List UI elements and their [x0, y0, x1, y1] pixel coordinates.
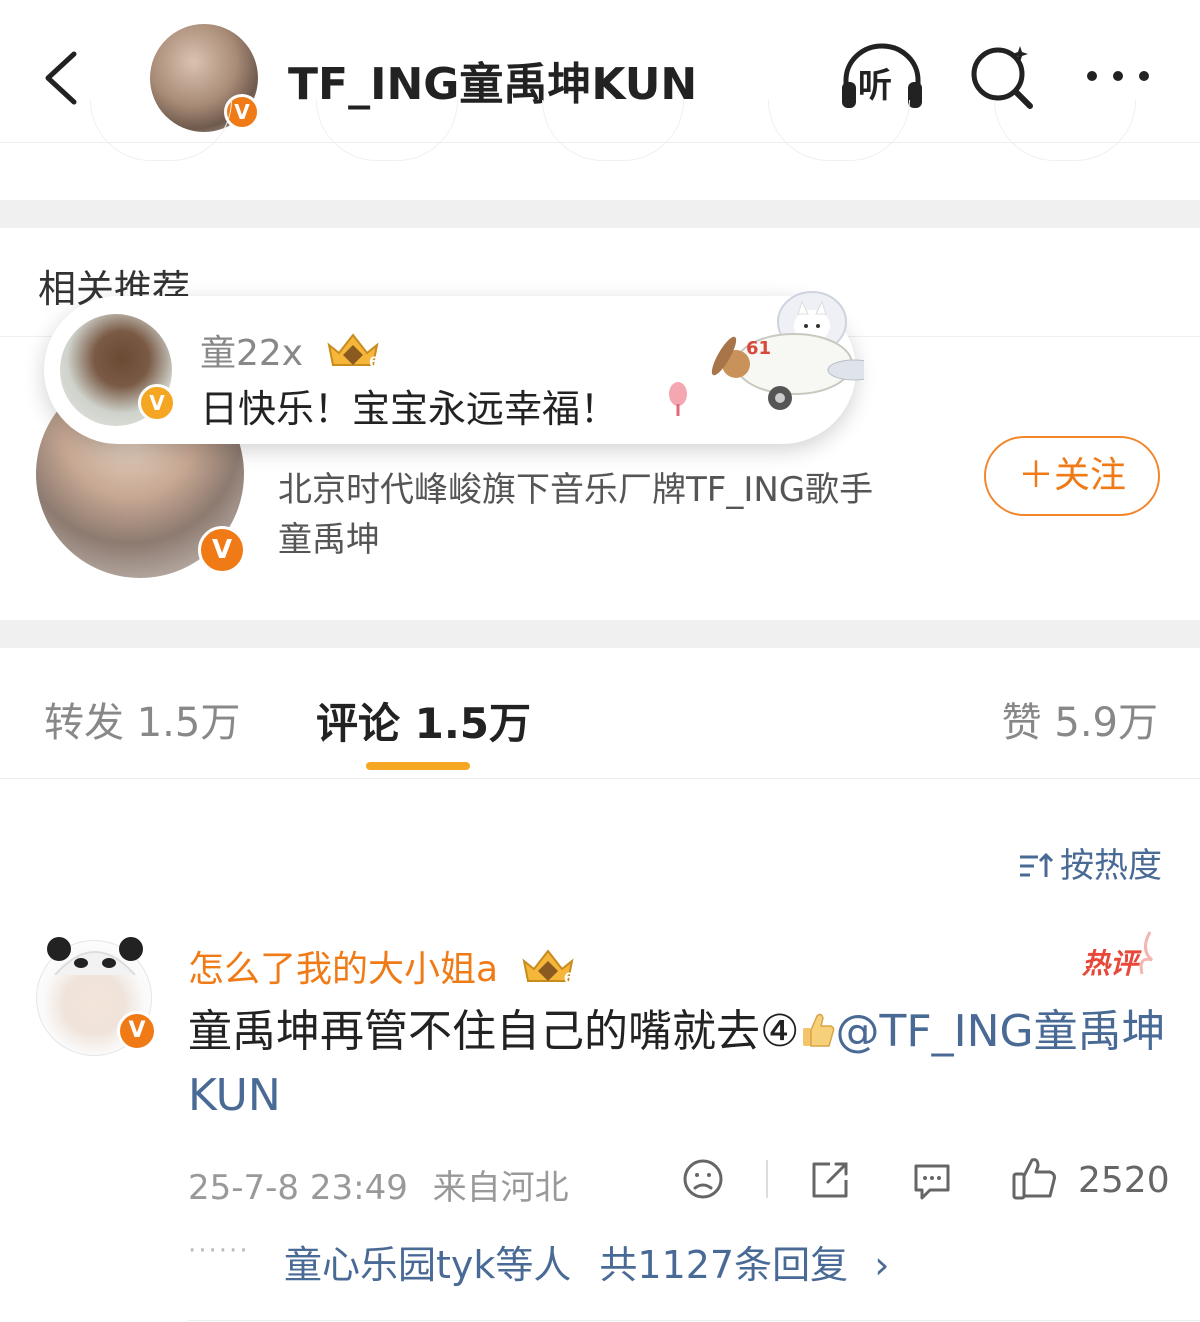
commenter-username[interactable]: 怎么了我的大小姐a: [188, 949, 498, 990]
comment-timestamp: 25-7-8 23:49: [188, 1168, 408, 1208]
rose-icon: [669, 382, 687, 416]
bubble-username-row: 童22x 6: [200, 324, 381, 376]
commenter-avatar[interactable]: V: [36, 937, 157, 1056]
bubble-comment-text: 日快乐！宝宝永远幸福！: [200, 387, 619, 431]
bubble-user-avatar: V: [60, 314, 176, 426]
faint-shortcut-circle: [316, 100, 458, 161]
recommended-user-description-line2: 童禹坤: [278, 520, 380, 560]
reply-dots-icon: ······: [188, 1236, 250, 1266]
hot-comment-badge: 热评: [1080, 930, 1160, 980]
more-options-icon[interactable]: [1082, 62, 1154, 90]
recommended-user-description: 北京时代峰峻旗下音乐厂牌TF_ING歌手: [278, 470, 874, 510]
section-divider: [0, 620, 1200, 648]
tab-repost[interactable]: 转发 1.5万: [44, 690, 240, 748]
reply-users: 童心乐园tyk等人: [284, 1243, 572, 1287]
bubble-username: 童22x: [200, 333, 304, 374]
faint-shortcut-circle: [90, 100, 232, 161]
back-arrow-icon[interactable]: [40, 50, 80, 106]
follow-button[interactable]: ＋关注: [984, 436, 1160, 516]
panda-hat-icon: [47, 937, 143, 975]
faint-shortcut-circle: [994, 100, 1136, 161]
comment-text: 童禹坤再管不住自己的嘴就去④: [188, 1006, 800, 1057]
comment-body: 童禹坤再管不住自己的嘴就去④ @TF_ING童禹坤KUN: [188, 1000, 1168, 1128]
tab-comments[interactable]: 评论 1.5万: [316, 690, 531, 751]
sort-label: 按热度: [1060, 846, 1162, 886]
comment-meta: 25-7-8 23:49 来自河北: [188, 1160, 569, 1209]
fan-crown-icon: 6: [520, 945, 576, 987]
hot-comment-label: 热评: [1082, 947, 1139, 980]
dislike-face-icon[interactable]: [682, 1158, 724, 1200]
verified-badge-icon: V: [117, 1011, 157, 1051]
active-tab-indicator: [366, 762, 470, 770]
divider-line: [766, 1160, 768, 1198]
like-thumb-icon[interactable]: [1010, 1154, 1058, 1202]
fan-crown-icon: 6: [325, 329, 381, 371]
divider-line: [0, 778, 1200, 779]
floating-comment-bubble[interactable]: V 童22x 6 日快乐！宝宝永远幸福！ 61: [44, 291, 864, 444]
tab-likes[interactable]: 赞 5.9万: [1002, 690, 1158, 748]
divider-line: [188, 1320, 1200, 1321]
crown-level: 6: [563, 971, 574, 987]
faint-shortcut-circle: [542, 100, 684, 161]
sort-by-hot-button[interactable]: 按热度: [1018, 838, 1162, 887]
replies-link[interactable]: 童心乐园tyk等人 共1127条回复 ›: [284, 1234, 889, 1289]
comment-bubble-icon[interactable]: [910, 1158, 954, 1202]
thumbs-up-emoji-icon: [803, 1013, 835, 1047]
verified-badge-icon: V: [138, 384, 176, 422]
commenter-username-row: 怎么了我的大小姐a 6: [188, 940, 576, 992]
sort-icon: [1020, 852, 1054, 877]
chevron-right-icon: ›: [874, 1243, 890, 1287]
crown-level: 6: [368, 355, 379, 371]
verified-badge-icon: V: [198, 526, 246, 574]
like-count: 2520: [1078, 1160, 1170, 1201]
faint-shortcut-circle: [768, 100, 910, 161]
plane-number: 61: [746, 338, 772, 359]
reply-total: 共1127条回复: [599, 1243, 849, 1287]
share-icon[interactable]: [808, 1158, 852, 1202]
comment-location: 来自河北: [432, 1168, 569, 1208]
section-divider: [0, 200, 1200, 228]
airplane-cat-sticker-icon: 61: [694, 286, 864, 426]
